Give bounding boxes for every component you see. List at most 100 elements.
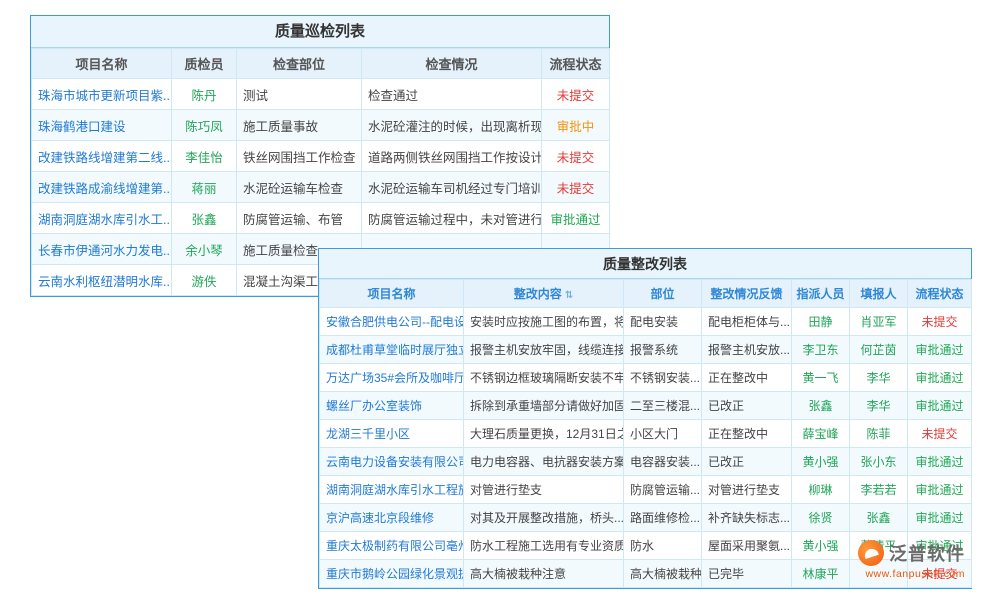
content-cell: 报警主机安放牢固，线缆连接... — [464, 336, 624, 364]
assignee-cell: 黄小强 — [792, 448, 850, 476]
project-cell[interactable]: 改建铁路线增建第二线... — [32, 141, 172, 172]
table-row[interactable]: 改建铁路成渝线增建第...蒋丽水泥砼运输车检查水泥砼运输车司机经过专门培训...… — [32, 172, 610, 203]
assignee-cell: 张鑫 — [792, 392, 850, 420]
reporter-cell: 李华 — [850, 364, 908, 392]
column-header-assignee: 指派人员 — [792, 280, 850, 308]
content-cell: 安装时应按施工图的布置，将... — [464, 308, 624, 336]
status-cell: 审批通过 — [542, 203, 610, 234]
content-cell: 拆除到承重墙部分请做好加固... — [464, 392, 624, 420]
column-header-content[interactable]: 整改内容⇅ — [464, 280, 624, 308]
table-row[interactable]: 龙湖三千里小区大理石质量更换，12月31日之...小区大门正在整改中薛宝峰陈菲未… — [320, 420, 972, 448]
project-cell[interactable]: 云南电力设备安装有限公司20... — [320, 448, 464, 476]
situation-cell: 水泥砼运输车司机经过专门培训... — [362, 172, 542, 203]
project-cell[interactable]: 重庆太极制药有限公司亳州中... — [320, 532, 464, 560]
feedback-cell: 对管进行垫支 — [702, 476, 792, 504]
table-row[interactable]: 云南电力设备安装有限公司20...电力电容器、电抗器安装方案...电容器安装..… — [320, 448, 972, 476]
table-row[interactable]: 京沪高速北京段维修对其及开展整改措施，桥头...路面维修检...补齐缺失标志..… — [320, 504, 972, 532]
reporter-cell: 陈菲 — [850, 420, 908, 448]
part-cell: 电容器安装... — [624, 448, 702, 476]
project-cell[interactable]: 万达广场35#会所及咖啡厅空... — [320, 364, 464, 392]
situation-cell: 道路两侧铁丝网围挡工作按设计... — [362, 141, 542, 172]
part-cell: 报警系统 — [624, 336, 702, 364]
situation-cell: 检查通过 — [362, 79, 542, 110]
part-cell: 配电安装 — [624, 308, 702, 336]
status-cell: 审批通过 — [908, 504, 972, 532]
status-cell: 未提交 — [908, 420, 972, 448]
brand-logo[interactable]: 泛普软件 www.fanpusoft.com — [858, 540, 965, 580]
table-row[interactable]: 成都杜甫草堂临时展厅独立展...报警主机安放牢固，线缆连接...报警系统报警主机… — [320, 336, 972, 364]
project-cell[interactable]: 珠海鹤港口建设 — [32, 110, 172, 141]
reporter-cell: 张鑫 — [850, 504, 908, 532]
table-row[interactable]: 改建铁路线增建第二线...李佳怡铁丝网围挡工作检查道路两侧铁丝网围挡工作按设计.… — [32, 141, 610, 172]
feedback-cell: 报警主机安放... — [702, 336, 792, 364]
column-header-status: 流程状态 — [542, 49, 610, 79]
reporter-cell: 张小东 — [850, 448, 908, 476]
table-row[interactable]: 万达广场35#会所及咖啡厅空...不锈钢边框玻璃隔断安装不牢...不锈钢安装..… — [320, 364, 972, 392]
table-row[interactable]: 湖南洞庭湖水库引水工程施工...对管进行垫支防腐管运输...对管进行垫支柳琳李若… — [320, 476, 972, 504]
column-label: 项目名称 — [367, 287, 415, 301]
status-cell: 审批通过 — [908, 476, 972, 504]
reporter-cell: 何芷茵 — [850, 336, 908, 364]
assignee-cell: 林康平 — [792, 560, 850, 588]
part-cell: 防腐管运输... — [624, 476, 702, 504]
column-header-part: 部位 — [624, 280, 702, 308]
project-cell[interactable]: 螺丝厂办公室装饰 — [320, 392, 464, 420]
column-label: 整改内容 — [514, 287, 562, 301]
inspector-cell: 余小琴 — [172, 234, 237, 265]
project-cell[interactable]: 长春市伊通河水力发电... — [32, 234, 172, 265]
feedback-cell: 屋面采用聚氨... — [702, 532, 792, 560]
project-cell[interactable]: 重庆市鹅岭公园绿化景观提升... — [320, 560, 464, 588]
feedback-cell: 已完毕 — [702, 560, 792, 588]
status-cell: 未提交 — [542, 79, 610, 110]
column-label: 检查部位 — [273, 57, 325, 72]
column-header-situation: 检查情况 — [362, 49, 542, 79]
project-cell[interactable]: 龙湖三千里小区 — [320, 420, 464, 448]
assignee-cell: 田静 — [792, 308, 850, 336]
table-row[interactable]: 湖南洞庭湖水库引水工...张鑫防腐管运输、布管防腐管运输过程中，未对管进行...… — [32, 203, 610, 234]
content-cell: 高大楠被栽种注意 — [464, 560, 624, 588]
table-row[interactable]: 螺丝厂办公室装饰拆除到承重墙部分请做好加固...二至三楼混...已改正张鑫李华审… — [320, 392, 972, 420]
assignee-cell: 黄一飞 — [792, 364, 850, 392]
status-cell: 未提交 — [908, 308, 972, 336]
feedback-cell: 补齐缺失标志... — [702, 504, 792, 532]
project-cell[interactable]: 安徽合肥供电公司--配电设备... — [320, 308, 464, 336]
status-cell: 审批通过 — [908, 364, 972, 392]
part-cell: 二至三楼混... — [624, 392, 702, 420]
column-header-inspector: 质检员 — [172, 49, 237, 79]
status-cell: 审批中 — [542, 110, 610, 141]
content-cell: 不锈钢边框玻璃隔断安装不牢... — [464, 364, 624, 392]
column-label: 质检员 — [184, 57, 223, 72]
project-cell[interactable]: 湖南洞庭湖水库引水工程施工... — [320, 476, 464, 504]
location-cell: 防腐管运输、布管 — [237, 203, 362, 234]
project-cell[interactable]: 珠海市城市更新项目紫... — [32, 79, 172, 110]
part-cell: 路面维修检... — [624, 504, 702, 532]
column-label: 项目名称 — [75, 57, 127, 72]
column-header-project: 项目名称 — [32, 49, 172, 79]
content-cell: 防水工程施工选用有专业资质... — [464, 532, 624, 560]
column-label: 部位 — [650, 287, 674, 301]
status-cell: 审批通过 — [908, 392, 972, 420]
inspection-table-title: 质量巡检列表 — [31, 16, 609, 48]
assignee-cell: 徐贤 — [792, 504, 850, 532]
part-cell: 小区大门 — [624, 420, 702, 448]
status-cell: 未提交 — [542, 172, 610, 203]
assignee-cell: 黄小强 — [792, 532, 850, 560]
project-cell[interactable]: 京沪高速北京段维修 — [320, 504, 464, 532]
project-cell[interactable]: 云南水利枢纽潜明水库... — [32, 265, 172, 296]
inspector-cell: 陈巧凤 — [172, 110, 237, 141]
table-row[interactable]: 安徽合肥供电公司--配电设备...安装时应按施工图的布置，将...配电安装配电柜… — [320, 308, 972, 336]
table-row[interactable]: 珠海鹤港口建设陈巧凤施工质量事故水泥砼灌注的时候，出现离析现象审批中 — [32, 110, 610, 141]
feedback-cell: 配电柜柜体与... — [702, 308, 792, 336]
inspector-cell: 蒋丽 — [172, 172, 237, 203]
project-cell[interactable]: 湖南洞庭湖水库引水工... — [32, 203, 172, 234]
reporter-cell: 李若若 — [850, 476, 908, 504]
project-cell[interactable]: 成都杜甫草堂临时展厅独立展... — [320, 336, 464, 364]
brand-site-url[interactable]: www.fanpusoft.com — [858, 568, 965, 580]
part-cell: 防水 — [624, 532, 702, 560]
sort-icon[interactable]: ⇅ — [565, 290, 573, 301]
assignee-cell: 李卫东 — [792, 336, 850, 364]
column-label: 填报人 — [860, 287, 896, 301]
table-row[interactable]: 珠海市城市更新项目紫...陈丹测试检查通过未提交 — [32, 79, 610, 110]
content-cell: 对其及开展整改措施，桥头... — [464, 504, 624, 532]
project-cell[interactable]: 改建铁路成渝线增建第... — [32, 172, 172, 203]
